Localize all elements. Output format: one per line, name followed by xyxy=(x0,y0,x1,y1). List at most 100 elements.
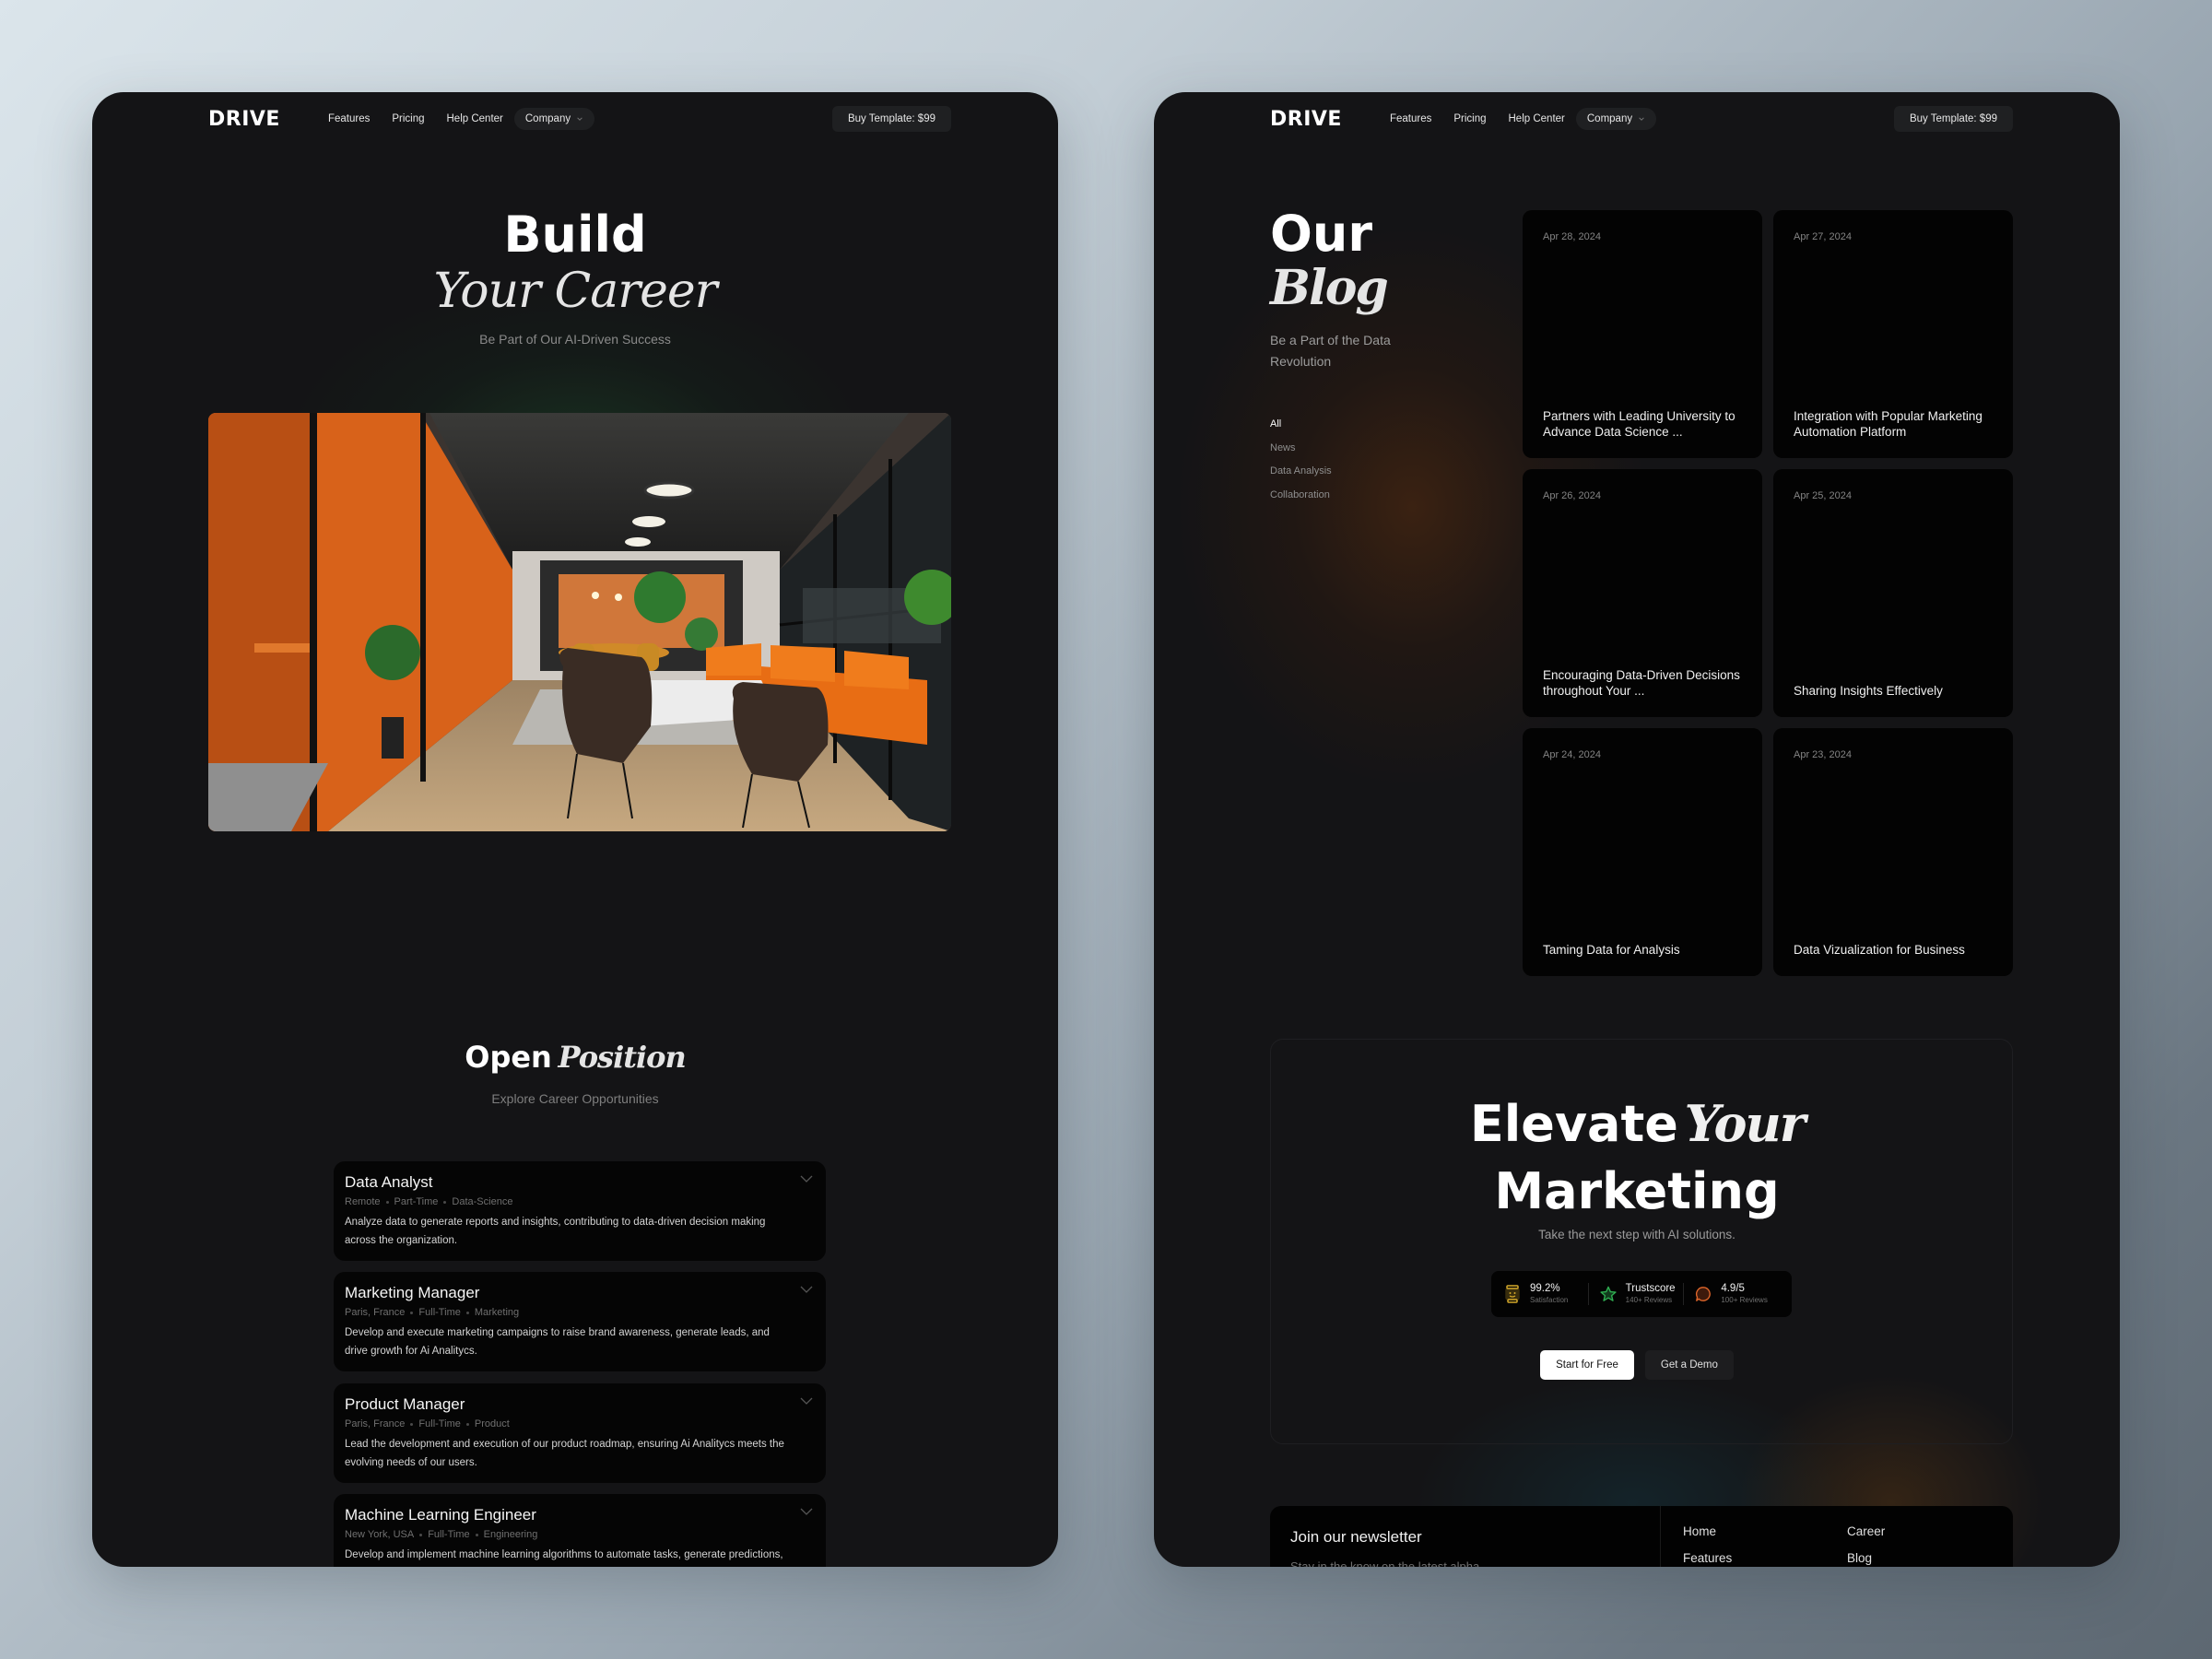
nav-link-help-center[interactable]: Help Center xyxy=(436,108,514,130)
job-type: Part-Time xyxy=(394,1196,439,1207)
stat-value: 99.2% xyxy=(1530,1283,1560,1294)
job-item-product-manager[interactable]: Product Manager Paris, France Full-Time … xyxy=(334,1383,826,1483)
chevron-down-icon[interactable] xyxy=(800,1174,813,1183)
job-meta: Remote Part-Time Data-Science xyxy=(345,1196,815,1207)
buy-template-button[interactable]: Buy Template: $99 xyxy=(831,106,951,132)
top-nav: DRIVE Features Pricing Help Center Compa… xyxy=(1270,105,2013,133)
blog-subtitle: Be a Part of the Data Revolution xyxy=(1270,333,1391,369)
blog-post-card[interactable]: Apr 27, 2024 Integration with Popular Ma… xyxy=(1773,210,2013,458)
job-location: Remote xyxy=(345,1196,381,1207)
separator-dot xyxy=(410,1422,414,1426)
get-a-demo-button[interactable]: Get a Demo xyxy=(1644,1350,1734,1380)
nav-links: Features Pricing Help Center Company xyxy=(317,108,595,130)
hero-title-italic: Your Career xyxy=(433,264,717,319)
nav-link-pricing[interactable]: Pricing xyxy=(1442,108,1497,130)
job-title: Machine Learning Engineer xyxy=(345,1506,536,1524)
chevron-down-icon xyxy=(577,117,582,121)
nav-links: Features Pricing Help Center Company xyxy=(1379,108,1657,130)
job-location: Paris, France xyxy=(345,1418,406,1430)
blog-post-card[interactable]: Apr 25, 2024 Sharing Insights Effectivel… xyxy=(1773,469,2013,717)
post-title: Taming Data for Analysis xyxy=(1543,943,1680,957)
job-description: Develop and implement machine learning a… xyxy=(345,1549,783,1560)
logo[interactable]: DRIVE xyxy=(208,108,280,131)
filter-all[interactable]: All xyxy=(1270,413,1332,437)
filter-news[interactable]: News xyxy=(1270,437,1332,461)
job-location: New York, USA xyxy=(345,1529,415,1540)
job-department: Marketing xyxy=(474,1307,520,1318)
newsletter-section: Join our newsletter Stay in the know on … xyxy=(1270,1506,1661,1567)
open-position-subtitle: Explore Career Opportunities xyxy=(491,1091,659,1106)
nav-dropdown-company[interactable]: Company xyxy=(1575,108,1657,130)
career-page-frame: DRIVE Features Pricing Help Center Compa… xyxy=(92,92,1058,1567)
blog-category-filters: All News Data Analysis Collaboration xyxy=(1270,413,1332,507)
stats-bar: 99.2% Satisfaction Trustscore 140+ Revie… xyxy=(1491,1271,1792,1317)
start-for-free-button[interactable]: Start for Free xyxy=(1540,1350,1634,1380)
nav-link-features[interactable]: Features xyxy=(317,108,381,130)
job-item-marketing-manager[interactable]: Marketing Manager Paris, France Full-Tim… xyxy=(334,1272,826,1371)
job-department: Data-Science xyxy=(452,1196,513,1207)
job-item-machine-learning-engineer[interactable]: Machine Learning Engineer New York, USA … xyxy=(334,1494,826,1567)
footer-links: Home Career Features Blog xyxy=(1683,1524,2011,1565)
stat-label: Satisfaction xyxy=(1530,1296,1569,1304)
office-photo xyxy=(208,413,951,831)
job-description: Analyze data to generate reports and ins… xyxy=(345,1217,766,1246)
job-title: Product Manager xyxy=(345,1395,465,1413)
nav-dropdown-company[interactable]: Company xyxy=(513,108,595,130)
nav-link-help-center[interactable]: Help Center xyxy=(1498,108,1576,130)
logo[interactable]: DRIVE xyxy=(1270,108,1342,131)
job-department: Product xyxy=(474,1418,510,1430)
blog-title-italic: Blog xyxy=(1270,260,1389,316)
post-title: Sharing Insights Effectively xyxy=(1794,684,1943,698)
open-position-title-bold: Open xyxy=(465,1040,552,1075)
cta-title-italic: Your xyxy=(1684,1094,1806,1153)
stat-satisfaction: 99.2% Satisfaction xyxy=(1504,1283,1588,1305)
nav-link-pricing[interactable]: Pricing xyxy=(381,108,435,130)
blog-post-card[interactable]: Apr 24, 2024 Taming Data for Analysis xyxy=(1523,728,1762,976)
post-title: Integration with Popular Marketing Autom… xyxy=(1794,409,1983,439)
filter-data-analysis[interactable]: Data Analysis xyxy=(1270,460,1332,484)
separator-dot xyxy=(443,1200,447,1204)
blog-page-frame: DRIVE Features Pricing Help Center Compa… xyxy=(1154,92,2120,1567)
buy-template-button[interactable]: Buy Template: $99 xyxy=(1893,106,2013,132)
career-hero-subtitle: Be Part of Our AI-Driven Success xyxy=(479,332,671,347)
footer-link-career[interactable]: Career xyxy=(1847,1524,2011,1538)
newsletter-subtitle: Stay in the know on the latest alpha xyxy=(1290,1559,1480,1567)
separator-dot xyxy=(465,1422,469,1426)
blog-post-card[interactable]: Apr 28, 2024 Partners with Leading Unive… xyxy=(1523,210,1762,458)
separator-dot xyxy=(385,1200,389,1204)
footer-link-blog[interactable]: Blog xyxy=(1847,1551,2011,1565)
open-position-title-italic: Position xyxy=(558,1040,687,1075)
post-title: Partners with Leading University to Adva… xyxy=(1543,409,1735,439)
stat-value: 4.9/5 xyxy=(1721,1283,1745,1294)
post-date: Apr 23, 2024 xyxy=(1794,749,1852,760)
job-type: Full-Time xyxy=(428,1529,470,1540)
cta-title-bold-2: Marketing xyxy=(1494,1162,1780,1220)
nav-link-features[interactable]: Features xyxy=(1379,108,1442,130)
separator-dot xyxy=(419,1533,423,1536)
footer-link-features[interactable]: Features xyxy=(1683,1551,1847,1565)
post-date: Apr 24, 2024 xyxy=(1543,749,1601,760)
chat-bubble-icon xyxy=(1696,1287,1712,1301)
job-description: Lead the development and execution of ou… xyxy=(345,1439,784,1468)
newsletter-title: Join our newsletter xyxy=(1290,1528,1422,1546)
post-date: Apr 27, 2024 xyxy=(1794,231,1852,242)
chevron-down-icon[interactable] xyxy=(800,1396,813,1406)
job-meta: New York, USA Full-Time Engineering xyxy=(345,1529,815,1540)
chevron-down-icon[interactable] xyxy=(800,1507,813,1516)
job-meta: Paris, France Full-Time Marketing xyxy=(345,1307,815,1318)
cta-title-bold-1: Elevate xyxy=(1469,1095,1678,1153)
filter-collaboration[interactable]: Collaboration xyxy=(1270,484,1332,508)
stat-label: 140+ Reviews xyxy=(1625,1296,1673,1304)
blog-title-bold: Our xyxy=(1270,205,1372,263)
chevron-down-icon[interactable] xyxy=(800,1285,813,1294)
blog-post-card[interactable]: Apr 26, 2024 Encouraging Data-Driven Dec… xyxy=(1523,469,1762,717)
job-department: Engineering xyxy=(483,1529,538,1540)
blog-post-card[interactable]: Apr 23, 2024 Data Vizualization for Busi… xyxy=(1773,728,2013,976)
separator-dot xyxy=(475,1533,478,1536)
footer-link-home[interactable]: Home xyxy=(1683,1524,1847,1538)
career-hero-title: Build Your Career xyxy=(92,206,1058,320)
robot-icon xyxy=(1505,1285,1520,1303)
cta-subtitle: Take the next step with AI solutions. xyxy=(1538,1228,1735,1241)
job-item-data-analyst[interactable]: Data Analyst Remote Part-Time Data-Scien… xyxy=(334,1161,826,1261)
chevron-down-icon xyxy=(1639,117,1644,121)
